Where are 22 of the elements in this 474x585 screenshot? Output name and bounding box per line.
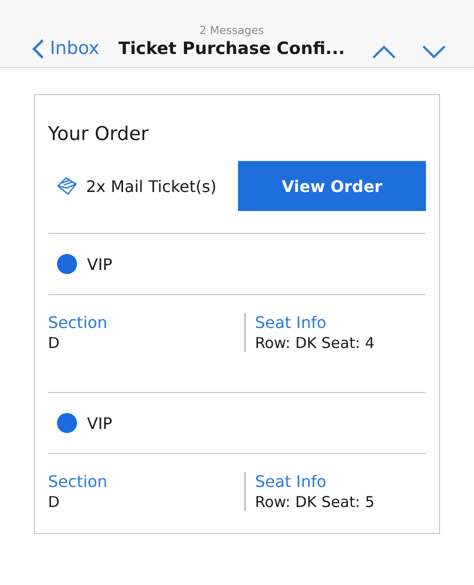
- section-value: D: [48, 334, 61, 352]
- order-title: Your Order: [48, 123, 150, 145]
- next-message-button[interactable]: [422, 45, 446, 59]
- delivery-method: 2x Mail Ticket(s): [86, 176, 216, 196]
- ticket-type: VIP: [87, 254, 112, 274]
- ticket-type: VIP: [87, 414, 112, 432]
- section-label: Section: [48, 313, 108, 332]
- seat-info-value: Row: DK Seat: 4: [255, 334, 376, 352]
- view-order-button[interactable]: View Order: [238, 161, 426, 211]
- previous-message-button[interactable]: [372, 45, 396, 59]
- section-value: D: [48, 493, 61, 511]
- back-chevron-icon: [32, 38, 44, 58]
- up-chevron-icon: [372, 45, 396, 59]
- seat-info-value: Row: DK Seat: 5: [255, 493, 376, 511]
- seat-info-label: Seat Info: [255, 313, 328, 332]
- down-chevron-icon: [422, 45, 446, 59]
- message-count: 2 Messages: [199, 24, 264, 37]
- envelope-icon: [56, 176, 78, 196]
- section-label: Section: [48, 472, 108, 491]
- back-button[interactable]: Inbox: [32, 38, 100, 59]
- email-subject: Ticket Purchase Confi...: [118, 39, 345, 59]
- seat-info-label: Seat Info: [255, 472, 328, 491]
